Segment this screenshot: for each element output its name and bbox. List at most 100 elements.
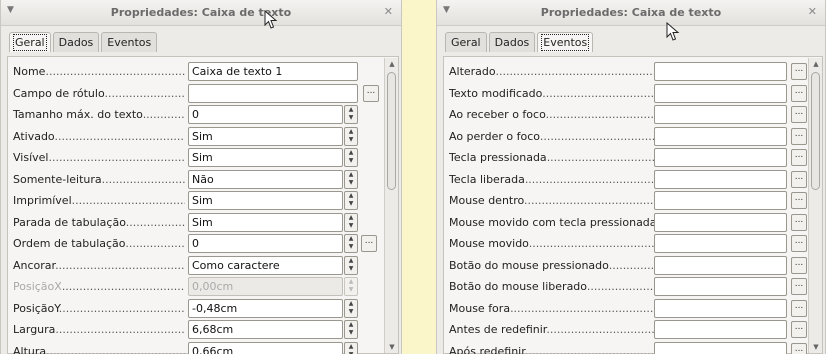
- property-value-altura[interactable]: 0,66cm: [188, 341, 343, 354]
- vertical-scrollbar[interactable]: ▲ ▼: [808, 58, 822, 353]
- tab-dados[interactable]: Dados: [52, 32, 100, 52]
- leader-dots: ........................................…: [104, 86, 185, 100]
- event-macro-field[interactable]: [654, 126, 787, 146]
- event-macro-field[interactable]: [654, 212, 787, 232]
- close-icon[interactable]: ✕: [384, 5, 393, 18]
- browse-button[interactable]: ...: [791, 278, 807, 295]
- browse-button[interactable]: ...: [791, 256, 807, 274]
- property-row-visivel: Visível.................................…: [8, 147, 380, 169]
- browse-button[interactable]: ...: [361, 235, 377, 252]
- dropdown-spin-icon[interactable]: ▲ ▼: [344, 126, 358, 146]
- browse-button[interactable]: ...: [791, 235, 807, 252]
- browse-button[interactable]: ...: [791, 342, 807, 354]
- event-label: Mouse fora..............................…: [449, 302, 654, 315]
- tab-geral[interactable]: Geral: [445, 32, 487, 52]
- spin-button-icon[interactable]: ▲ ▼: [344, 298, 358, 318]
- leader-dots: ........................................…: [125, 215, 185, 229]
- event-macro-field[interactable]: [654, 148, 787, 167]
- event-label-text: Após redefinir: [449, 344, 525, 354]
- browse-button[interactable]: ...: [791, 106, 807, 123]
- scroll-thumb[interactable]: [811, 72, 820, 190]
- close-icon[interactable]: ✕: [808, 5, 817, 18]
- title-bar[interactable]: ▼ Propriedades: Caixa de texto ✕: [437, 0, 825, 26]
- tab-dados[interactable]: Dados: [488, 32, 536, 52]
- spin-button-icon[interactable]: ▲ ▼: [344, 341, 358, 354]
- browse-button[interactable]: ...: [791, 192, 807, 209]
- event-label-text: Botão do mouse pressionado: [449, 258, 609, 272]
- event-label: Mouse movido com tecla pressionada......…: [449, 216, 654, 229]
- property-value-tamanho-max-do-texto[interactable]: 0: [188, 105, 343, 124]
- event-label: Antes de redefinir......................…: [449, 323, 654, 336]
- property-label-text: Visível: [13, 151, 49, 164]
- tab-eventos[interactable]: Eventos: [537, 32, 594, 52]
- event-macro-field[interactable]: [654, 234, 787, 253]
- event-row-texto-modificado: Texto modificado........................…: [444, 83, 807, 105]
- leader-dots: ........................................…: [54, 129, 185, 143]
- property-value-posicaoy[interactable]: -0,48cm: [188, 298, 343, 318]
- event-macro-field[interactable]: [654, 298, 787, 318]
- leader-dots: ........................................…: [528, 237, 654, 250]
- dropdown-spin-icon[interactable]: ▲ ▼: [344, 255, 358, 275]
- scroll-down-icon[interactable]: ▼: [385, 343, 399, 351]
- browse-button[interactable]: ...: [791, 299, 807, 317]
- spin-button-icon[interactable]: ▲ ▼: [344, 234, 358, 253]
- property-value-ancorar[interactable]: Como caractere: [188, 255, 343, 275]
- property-value-somente-leitura[interactable]: Não: [188, 169, 343, 189]
- browse-button[interactable]: ...: [791, 63, 807, 80]
- event-label-text: Mouse movido com tecla pressionada: [449, 215, 654, 229]
- property-label-text: Ordem de tabulação: [13, 237, 126, 250]
- browse-button[interactable]: ...: [791, 170, 807, 188]
- event-label-text: Ao receber o foco: [449, 108, 546, 121]
- dropdown-spin-icon[interactable]: ▲ ▼: [344, 212, 358, 232]
- event-macro-field[interactable]: [654, 277, 787, 296]
- property-value-imprimivel[interactable]: Sim: [188, 191, 343, 210]
- event-macro-field[interactable]: [654, 191, 787, 210]
- spin-button-icon[interactable]: ▲ ▼: [344, 105, 358, 124]
- leader-dots: ........................................…: [586, 280, 654, 293]
- title-bar[interactable]: ▼ Propriedades: Caixa de texto ✕: [1, 0, 401, 26]
- leader-dots: ........................................…: [510, 301, 654, 315]
- property-value-largura[interactable]: 6,68cm: [188, 320, 343, 339]
- scroll-up-icon[interactable]: ▲: [385, 60, 399, 68]
- event-macro-field[interactable]: [654, 62, 787, 81]
- event-label: Botão do mouse liberado.................…: [449, 280, 654, 293]
- event-macro-field[interactable]: [654, 169, 787, 189]
- event-label: Alterado................................…: [449, 65, 654, 78]
- event-row-tecla-pressionada: Tecla pressionada.......................…: [444, 147, 807, 169]
- property-label-text: Tamanho máx. do texto: [13, 108, 143, 121]
- dropdown-spin-icon[interactable]: ▲ ▼: [344, 191, 358, 210]
- browse-button[interactable]: ...: [791, 321, 807, 338]
- browse-button[interactable]: ...: [363, 84, 379, 102]
- property-value-ativado[interactable]: Sim: [188, 126, 343, 146]
- tab-geral[interactable]: Geral: [9, 32, 51, 52]
- property-value-parada-de-tabulacao[interactable]: Sim: [188, 212, 343, 232]
- leader-dots: ........................................…: [524, 172, 654, 186]
- event-macro-field[interactable]: [654, 105, 787, 124]
- event-row-ao-perder-o-foco: Ao perder o foco........................…: [444, 126, 807, 148]
- tab-eventos[interactable]: Eventos: [101, 32, 158, 52]
- event-row-botao-do-mouse-pressionado: Botão do mouse pressionado..............…: [444, 255, 807, 277]
- scroll-thumb[interactable]: [387, 72, 396, 190]
- dropdown-spin-icon[interactable]: ▲ ▼: [344, 148, 358, 167]
- dropdown-spin-icon[interactable]: ▲ ▼: [344, 169, 358, 189]
- browse-button[interactable]: ...: [791, 127, 807, 145]
- event-macro-field[interactable]: [654, 83, 787, 103]
- leader-dots: ........................................…: [546, 323, 654, 336]
- event-macro-field[interactable]: [654, 341, 787, 354]
- scroll-up-icon[interactable]: ▲: [809, 60, 823, 68]
- property-value-campo-de-rotulo[interactable]: [188, 83, 358, 103]
- property-row-campo-de-rotulo: Campo de rótulo.........................…: [8, 83, 380, 105]
- property-value-nome[interactable]: Caixa de texto 1: [188, 62, 358, 81]
- event-macro-field[interactable]: [654, 255, 787, 275]
- leader-dots: ........................................…: [46, 344, 185, 354]
- spin-button-icon[interactable]: ▲ ▼: [344, 320, 358, 339]
- property-value-ordem-de-tabulacao[interactable]: 0: [188, 234, 343, 253]
- property-label-text: Campo de rótulo: [13, 86, 105, 100]
- browse-button[interactable]: ...: [791, 84, 807, 102]
- browse-button[interactable]: ...: [791, 213, 807, 231]
- browse-button[interactable]: ...: [791, 149, 807, 166]
- event-macro-field[interactable]: [654, 320, 787, 339]
- vertical-scrollbar[interactable]: ▲ ▼: [384, 58, 398, 353]
- scroll-down-icon[interactable]: ▼: [809, 343, 823, 351]
- property-value-visivel[interactable]: Sim: [188, 148, 343, 167]
